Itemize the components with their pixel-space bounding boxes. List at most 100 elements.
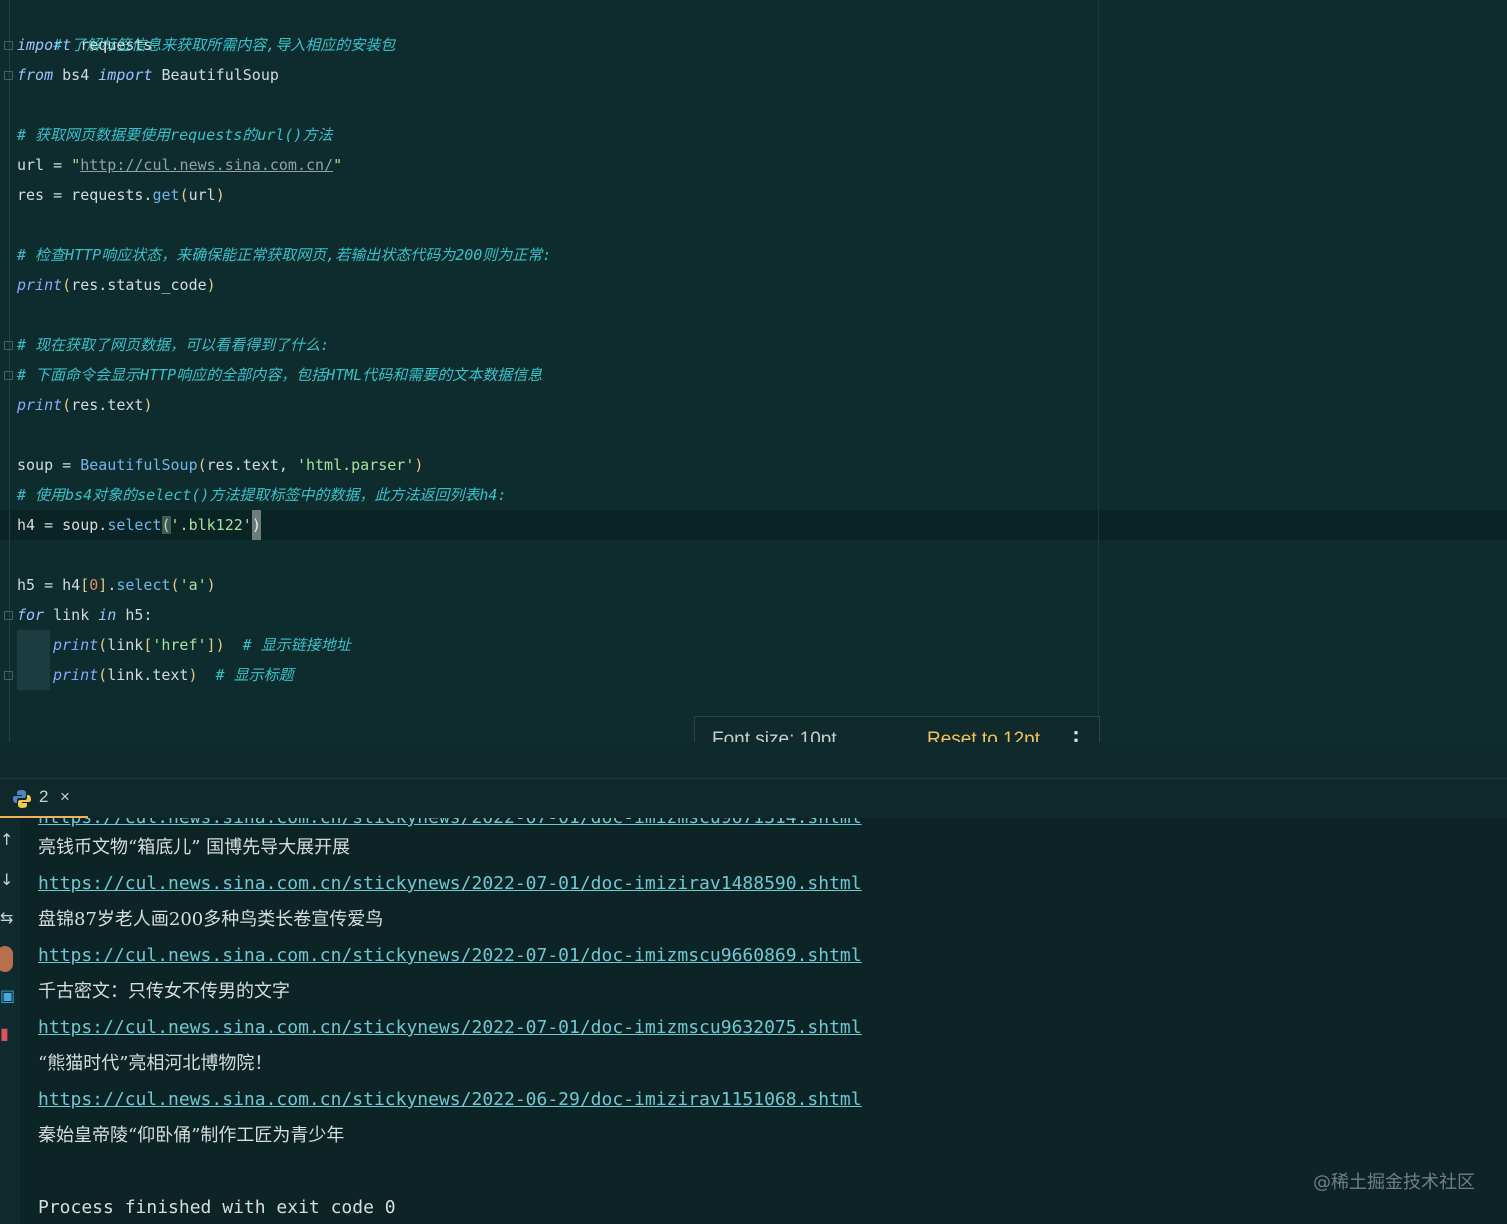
console-link[interactable]: https://cul.news.sina.com.cn/stickynews/… [38,866,862,902]
string-literal: '.blk122' [170,516,252,534]
string-literal: 'href' [152,636,207,654]
console-link[interactable]: https://cul.news.sina.com.cn/stickynews/… [38,1082,862,1118]
run-tab-label: 2 [39,787,49,806]
paren: ( [98,636,108,654]
code-text: soup = [17,456,81,474]
code-text: h5: [116,606,153,624]
console-toolbar: ↑ ↓ ⇆ ▣ ▮ [0,818,20,1224]
function-name: get [152,186,180,204]
more-vert-icon[interactable]: ⋮ [1065,725,1087,742]
paren: ) [215,636,225,654]
code-line-21[interactable]: for link in h5: [17,600,152,630]
print-icon[interactable]: ▣ [0,986,15,1006]
code-text: res.text, [206,456,297,474]
code-comment: # 下面命令会显示HTTP响应的全部内容，包括HTML代码和需要的文本数据信息 [17,366,543,384]
code-line-23[interactable]: print(link.text) # 显示标题 [53,660,294,690]
arrow-down-icon[interactable]: ↓ [0,870,14,890]
bracket: [ [80,576,90,594]
console-link[interactable]: https://cul.news.sina.com.cn/stickynews/… [38,938,862,974]
bracket: [ [143,636,153,654]
fold-icon[interactable] [4,611,13,620]
code-text: url = [17,156,72,174]
keyword: import [98,66,153,84]
arrow-up-icon[interactable]: ↑ [0,830,14,850]
keyword: from [17,66,54,84]
paren: ) [206,576,216,594]
function-name: select [116,576,171,594]
fold-icon[interactable] [4,41,13,50]
run-tab[interactable]: 2 × [0,779,88,819]
code-editor[interactable]: # 了解标签信息来获取所需内容,导入相应的安装包 import requests… [0,0,1507,742]
code-line-1[interactable]: # 了解标签信息来获取所需内容,导入相应的安装包 [17,0,395,54]
close-icon[interactable]: × [60,787,70,807]
code-text: link.text [107,666,189,684]
builtin-function: print [17,396,63,414]
bracket: ] [206,636,216,654]
code-line-18[interactable]: h4 = soup.select('.blk122') [17,510,261,540]
code-line-2[interactable]: import requests [17,30,152,60]
console-text: “熊猫时代”亮相河北博物院！ [38,1053,273,1074]
code-line-14[interactable]: print(res.text) [17,390,152,420]
run-tab-bar: 2 × [0,778,1507,819]
right-margin-guide [1098,0,1099,742]
code-text: requests [71,36,153,54]
code-line-9[interactable]: # 检查HTTP响应状态，来确保能正常获取网页,若输出状态代码为200则为正常: [17,240,551,270]
reset-font-size-button[interactable]: Reset to 12pt [927,729,1040,742]
watermark: @稀土掘金技术社区 [1313,1172,1475,1193]
keyword: import [17,36,72,54]
code-text: link [44,606,99,624]
scroll-to-end-icon[interactable] [0,946,13,972]
code-text: link [107,636,144,654]
code-line-13[interactable]: # 下面命令会显示HTTP响应的全部内容，包括HTML代码和需要的文本数据信息 [17,360,542,390]
builtin-function: print [17,276,63,294]
code-text: h5 = h4 [17,576,81,594]
fold-icon[interactable] [4,341,13,350]
paren: ) [414,456,424,474]
code-line-17[interactable]: # 使用bs4对象的select()方法提取标签中的数据，此方法返回列表h4: [17,480,507,510]
code-line-22[interactable]: print(link['href']) # 显示链接地址 [53,630,351,660]
string-literal: 'html.parser' [296,456,415,474]
string-quote: " [333,156,343,174]
fold-icon[interactable] [4,371,13,380]
code-comment: # 显示链接地址 [224,636,351,654]
function-name: select [107,516,162,534]
console-text: 盘锦87岁老人画200多种鸟类长卷宣传爱鸟 [38,909,384,930]
console-output[interactable]: ↑ ↓ ⇆ ▣ ▮ https://cul.news.sina.com.cn/s… [0,818,1507,1224]
console-text: 千古密文：只传女不传男的文字 [38,981,290,1002]
code-line-20[interactable]: h5 = h4[0].select('a') [17,570,216,600]
code-line-10[interactable]: print(res.status_code) [17,270,216,300]
fold-icon[interactable] [4,71,13,80]
code-line-3[interactable]: from bs4 import BeautifulSoup [17,60,279,90]
fold-icon[interactable] [4,671,13,680]
console-link[interactable]: https://cul.news.sina.com.cn/stickynews/… [38,1010,862,1046]
number-literal: 0 [89,576,99,594]
trash-icon[interactable]: ▮ [0,1024,14,1044]
code-line-7[interactable]: res = requests.get(url) [17,180,225,210]
code-text: res.text [71,396,144,414]
code-text: url [188,186,216,204]
code-line-12[interactable]: # 现在获取了网页数据，可以看看得到了什么: [17,330,329,360]
soft-wrap-icon[interactable]: ⇆ [0,908,14,928]
python-icon [13,790,31,808]
font-size-popup: Font size: 10pt Reset to 12pt ⋮ [694,716,1100,742]
code-line-16[interactable]: soup = BeautifulSoup(res.text, 'html.par… [17,450,423,480]
code-text: bs4 [53,66,99,84]
code-line-6[interactable]: url = "http://cul.news.sina.com.cn/" [17,150,342,180]
paren: ( [62,396,72,414]
code-text: BeautifulSoup [152,66,279,84]
builtin-function: print [53,666,99,684]
url-string[interactable]: http://cul.news.sina.com.cn/ [80,156,333,174]
paren: ) [188,666,198,684]
paren: ) [206,276,216,294]
panel-divider[interactable] [0,742,1507,778]
paren: ) [143,396,153,414]
paren: ( [170,576,180,594]
console-text: 亮钱币文物“箱底儿” 国博先导大展开展 [38,837,351,858]
code-line-5[interactable]: # 获取网页数据要使用requests的url()方法 [17,120,332,150]
function-name: BeautifulSoup [80,456,198,474]
string-quote: " [71,156,81,174]
bracket: ] [98,576,108,594]
code-comment: # 现在获取了网页数据，可以看看得到了什么: [17,336,330,354]
code-comment: # 检查HTTP响应状态，来确保能正常获取网页,若输出状态代码为200则为正常: [17,246,552,264]
paren: ( [62,276,72,294]
